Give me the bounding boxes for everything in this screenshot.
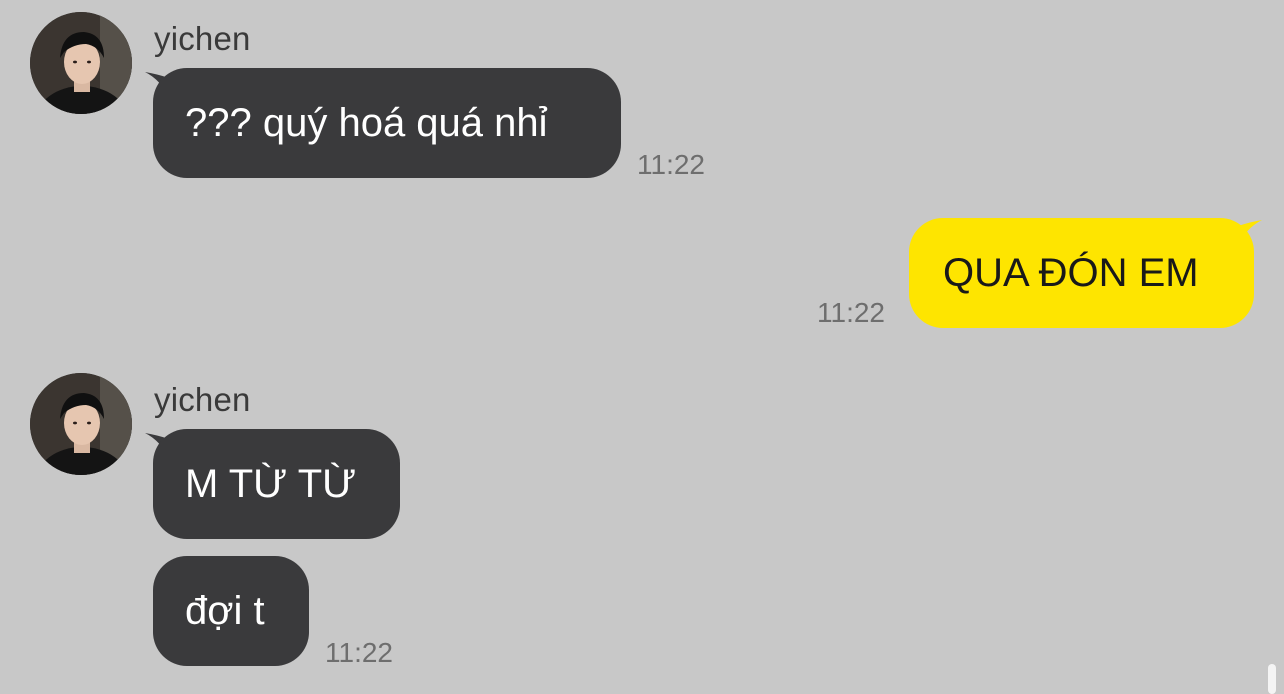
message-text: QUA ĐÓN EM [943,251,1199,295]
message-text: ??? quý hoá quá nhỉ [185,101,548,145]
profile-photo-icon [30,12,132,114]
avatar[interactable] [30,12,132,114]
profile-photo-icon [30,373,132,475]
message-text: M TỪ TỪ [185,462,357,506]
message-timestamp: 11:22 [325,637,393,668]
message-bubble-outgoing[interactable]: QUA ĐÓN EM [909,218,1254,328]
message-timestamp: 11:22 [637,149,705,180]
message-bubble-incoming[interactable]: ??? quý hoá quá nhỉ [153,68,621,178]
avatar[interactable] [30,373,132,475]
chat-area[interactable]: yichen ??? quý hoá quá nhỉ 11:22 11:22 Q… [0,0,1284,694]
sender-name: yichen [154,20,251,57]
bubble-tail [1238,220,1262,246]
message-timestamp: 11:22 [817,297,885,328]
sender-name: yichen [154,381,251,418]
message-bubble-incoming[interactable]: M TỪ TỪ [153,429,400,539]
message-bubble-incoming[interactable]: đợi t [153,556,309,666]
scrollbar[interactable] [1268,664,1276,694]
message-text: đợi t [185,589,265,633]
